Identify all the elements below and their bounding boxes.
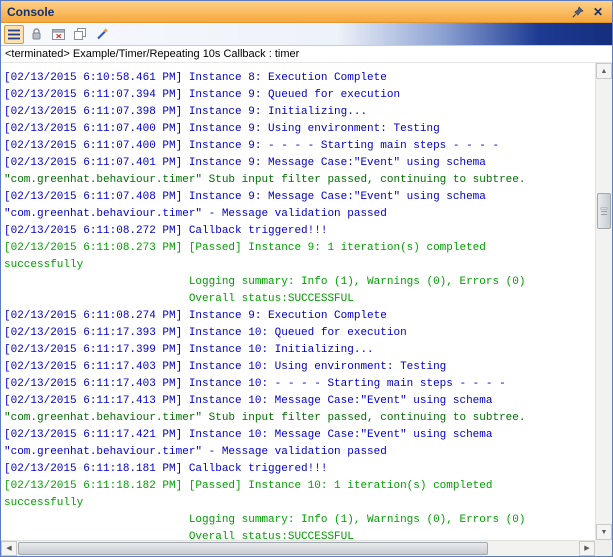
horizontal-scrollbar-thumb[interactable] — [18, 542, 488, 555]
console-output: Overall status:SUCCESSFUL [02/13/2015 6:1… — [1, 63, 595, 540]
console-line: [02/13/2015 6:10:58.461 PM] Instance 8: … — [4, 72, 387, 84]
console-line: Logging summary: Info (1), Warnings (0),… — [4, 276, 526, 288]
pin-icon[interactable] — [570, 4, 586, 20]
close-icon[interactable]: ✕ — [590, 4, 606, 20]
console-line: Logging summary: Info (1), Warnings (0),… — [4, 514, 526, 526]
console-line: Overall status:SUCCESSFUL — [4, 531, 354, 540]
console-line: [02/13/2015 6:11:07.401 PM] Instance 9: … — [4, 157, 486, 169]
scroll-up-icon[interactable]: ▲ — [596, 63, 612, 79]
console-line: [02/13/2015 6:11:07.400 PM] Instance 9: … — [4, 140, 500, 152]
console-line: [02/13/2015 6:11:07.400 PM] Instance 9: … — [4, 123, 440, 135]
console-line: successfully — [4, 497, 84, 509]
console-line: [02/13/2015 6:11:17.403 PM] Instance 10:… — [4, 378, 506, 390]
vertical-scrollbar-thumb[interactable] — [597, 193, 611, 229]
console-line: Overall status:SUCCESSFUL — [4, 63, 595, 70]
console-line: "com.greenhat.behaviour.timer" - Message… — [4, 208, 387, 220]
console-line: "com.greenhat.behaviour.timer" Stub inpu… — [4, 412, 526, 424]
clear-console-icon[interactable] — [92, 25, 112, 44]
console-toolbar — [1, 23, 612, 46]
horizontal-scrollbar[interactable]: ◀ ▶ — [1, 540, 595, 556]
console-line: [02/13/2015 6:11:08.274 PM] Instance 9: … — [4, 310, 387, 322]
scrollbar-corner — [595, 540, 612, 556]
console-line: [02/13/2015 6:11:17.393 PM] Instance 10:… — [4, 327, 407, 339]
scroll-left-icon[interactable]: ◀ — [1, 541, 17, 556]
panel-title: Console — [7, 4, 55, 19]
console-line: [02/13/2015 6:11:08.273 PM] [Passed] Ins… — [4, 242, 486, 254]
console-line: successfully — [4, 259, 84, 271]
console-line: [02/13/2015 6:11:07.394 PM] Instance 9: … — [4, 89, 401, 101]
scroll-right-icon[interactable]: ▶ — [579, 541, 595, 556]
console-line: "com.greenhat.behaviour.timer" Stub inpu… — [4, 174, 526, 186]
console-line: "com.greenhat.behaviour.timer" - Message… — [4, 446, 387, 458]
console-viewport[interactable]: Overall status:SUCCESSFUL [02/13/2015 6:1… — [1, 63, 595, 540]
console-line: [02/13/2015 6:11:07.398 PM] Instance 9: … — [4, 106, 368, 118]
console-line: [02/13/2015 6:11:17.421 PM] Instance 10:… — [4, 429, 493, 441]
console-line: [02/13/2015 6:11:18.181 PM] Callback tri… — [4, 463, 328, 475]
menu-icon[interactable] — [4, 24, 24, 44]
console-window-icon[interactable] — [48, 25, 68, 44]
vertical-scrollbar[interactable]: ▲ ▼ — [595, 63, 612, 540]
console-line: [02/13/2015 6:11:17.399 PM] Instance 10:… — [4, 344, 374, 356]
scroll-down-icon[interactable]: ▼ — [596, 524, 612, 540]
console-titlebar[interactable]: Console ✕ — [1, 1, 612, 23]
console-line: [02/13/2015 6:11:17.413 PM] Instance 10:… — [4, 395, 493, 407]
copy-console-icon[interactable] — [70, 25, 90, 44]
console-status-line: <terminated> Example/Timer/Repeating 10s… — [1, 46, 612, 63]
lock-icon[interactable] — [26, 25, 46, 44]
console-line: Overall status:SUCCESSFUL — [4, 293, 354, 305]
console-line: [02/13/2015 6:11:07.408 PM] Instance 9: … — [4, 191, 486, 203]
console-line: [02/13/2015 6:11:18.182 PM] [Passed] Ins… — [4, 480, 493, 492]
console-line: [02/13/2015 6:11:17.403 PM] Instance 10:… — [4, 361, 447, 373]
console-panel: Console ✕ <terminated> Example/Timer/Rep… — [0, 0, 613, 557]
console-line: [02/13/2015 6:11:08.272 PM] Callback tri… — [4, 225, 328, 237]
